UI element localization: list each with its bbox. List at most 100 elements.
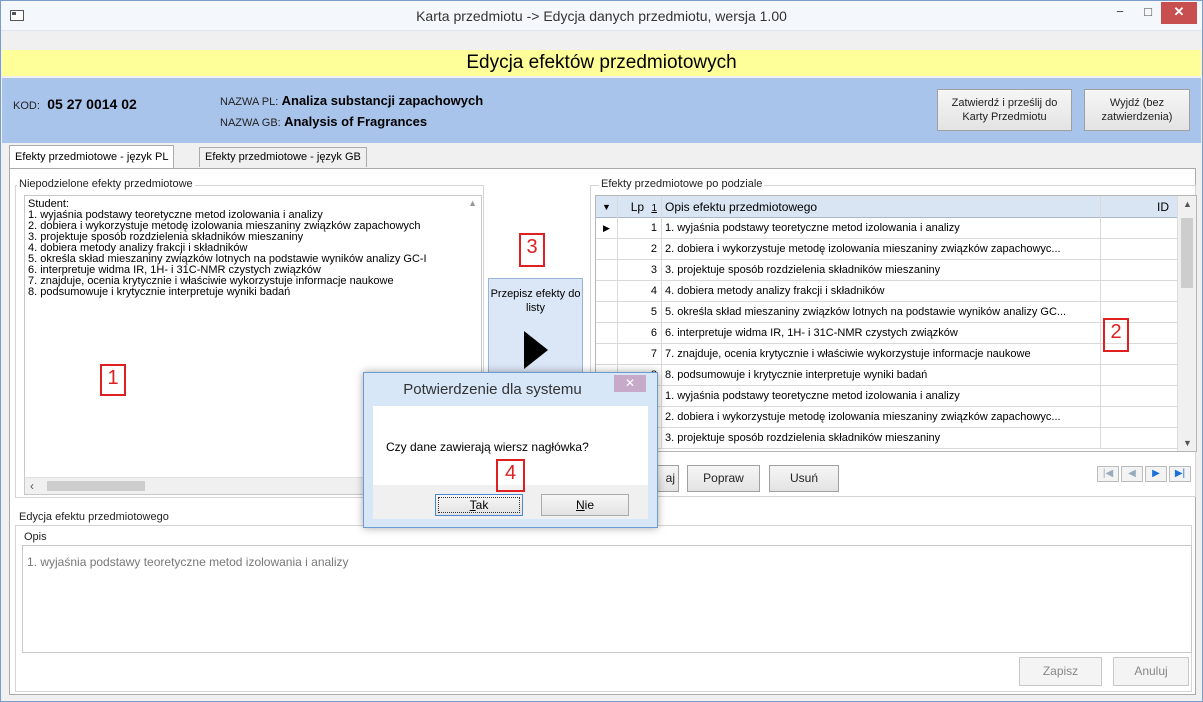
table-row[interactable]: 4 4. dobiera metody analizy frakcji i skł… [596, 281, 1177, 302]
row-header [596, 239, 618, 260]
left-group-title: Niepodzielone efekty przedmiotowe [17, 178, 195, 190]
maximize-button[interactable]: □ [1134, 2, 1162, 24]
first-record-icon[interactable]: |◀ [1097, 466, 1119, 482]
opis-label: Opis [22, 531, 49, 543]
no-button[interactable]: Nie [541, 494, 629, 516]
table-row[interactable]: 3 3. projektuje sposób rozdzielenia skład… [596, 260, 1177, 281]
grid-vertical-scrollbar[interactable]: ▲ ▼ [1177, 196, 1196, 451]
dialog-message: Czy dane zawierają wiersz nagłówka? [386, 440, 589, 454]
scroll-down-icon[interactable]: ▼ [1183, 438, 1192, 448]
annotation-2: 2 [1103, 318, 1129, 352]
cell-opis: 4. dobiera metody analizy frakcji i skła… [662, 281, 1101, 302]
cell-opis: 3. projektuje sposób rozdzielenia składn… [662, 428, 1101, 449]
cell-lp: 2 [618, 239, 662, 260]
next-record-icon[interactable]: ▶ [1145, 466, 1167, 482]
col-opis-header[interactable]: Opis efektu przedmiotowego [662, 196, 1101, 218]
tab-efekty-pl[interactable]: Efekty przedmiotowe - język PL [9, 145, 175, 169]
cell-lp: 1 [618, 218, 662, 239]
prev-record-icon[interactable]: ◀ [1121, 466, 1143, 482]
edit-group-title: Edycja efektu przedmiotowego [17, 511, 171, 523]
cell-id [1101, 260, 1177, 281]
cell-lp: 3 [618, 260, 662, 281]
table-row[interactable]: 7 7. znajduje, ocenia krytycznie i właści… [596, 344, 1177, 365]
exit-without-approve-button[interactable]: Wyjdź (bez zatwierdzenia) [1084, 89, 1190, 131]
yes-label: ak [475, 498, 489, 512]
app-window: Karta przedmiotu -> Edycja danych przedm… [0, 0, 1203, 702]
cell-opis: 1. wyjaśnia podstawy teoretyczne metod i… [662, 218, 1101, 239]
current-row-icon: ▶ [596, 218, 618, 239]
cell-id [1101, 365, 1177, 386]
last-record-icon[interactable]: ▶| [1169, 466, 1191, 482]
col-id-header[interactable]: ID [1101, 196, 1177, 218]
sort-indicator: 1 [651, 203, 657, 214]
text-line: 8. podsumowuje i krytycznie interpretuje… [28, 286, 291, 298]
approve-send-button[interactable]: Zatwierdź i prześlij do Karty Przedmiotu [937, 89, 1072, 131]
row-header [596, 260, 618, 281]
cell-opis: 2. dobiera i wykorzystuje metodę izolowa… [662, 407, 1101, 428]
nazwa-pl-value: Analiza substancji zapachowych [281, 93, 484, 108]
yes-button[interactable]: Tak [435, 494, 523, 516]
cell-lp: 4 [618, 281, 662, 302]
cell-id [1101, 386, 1177, 407]
cell-opis: 6. interpretuje widma IR, 1H- i 31C-NMR … [662, 323, 1101, 344]
dialog-close-icon[interactable]: ✕ [614, 375, 646, 392]
window-title: Karta przedmiotu -> Edycja danych przedm… [416, 8, 787, 24]
nazwa-pl-field: NAZWA PL: Analiza substancji zapachowych [220, 93, 483, 108]
scroll-left-icon[interactable]: ‹ [30, 479, 34, 493]
section-banner: Edycja efektów przedmiotowych [2, 50, 1201, 76]
table-row[interactable]: 102. dobiera i wykorzystuje metodę izolo… [596, 407, 1177, 428]
col-lp-header[interactable]: Lp 1 [618, 196, 662, 218]
table-row[interactable]: 6 6. interpretuje widma IR, 1H- i 31C-NMR… [596, 323, 1177, 344]
table-row[interactable]: 91. wyjaśnia podstawy teoretyczne metod … [596, 386, 1177, 407]
annotation-4: 4 [496, 459, 525, 492]
grid-header: ▼ Lp 1 Opis efektu przedmiotowego ID [596, 196, 1177, 218]
annotation-3: 3 [519, 233, 545, 267]
cancel-button[interactable]: Anuluj [1113, 657, 1189, 686]
effect-description-input[interactable]: 1. wyjaśnia podstawy teoretyczne metod i… [22, 545, 1192, 653]
undivided-effects-text: Student: 1. wyjaśnia podstawy teoretyczn… [25, 196, 481, 298]
close-button[interactable]: ✕ [1161, 2, 1197, 24]
record-navigator: |◀ ◀ ▶ ▶| [1097, 466, 1193, 482]
row-header [596, 344, 618, 365]
save-button[interactable]: Zapisz [1019, 657, 1102, 686]
kod-field: KOD: 05 27 0014 02 [13, 96, 137, 112]
scroll-up-icon[interactable]: ▲ [468, 198, 477, 208]
confirm-dialog: Potwierdzenie dla systemu ✕ Czy dane zaw… [363, 372, 658, 528]
col-lp-label: Lp [630, 200, 645, 214]
cell-id [1101, 218, 1177, 239]
cell-opis: 3. projektuje sposób rozdzielenia składn… [662, 260, 1101, 281]
cell-opis: 8. podsumowuje i krytycznie interpretuje… [662, 365, 1101, 386]
minimize-button[interactable]: − [1106, 2, 1134, 24]
filter-dropdown-icon[interactable]: ▼ [596, 196, 618, 218]
delete-button[interactable]: Usuń [769, 465, 839, 492]
table-row[interactable]: 88. podsumowuje i krytycznie interpretuj… [596, 365, 1177, 386]
cell-opis: 1. wyjaśnia podstawy teoretyczne metod i… [662, 386, 1101, 407]
cell-id [1101, 428, 1177, 449]
title-bar: Karta przedmiotu -> Edycja danych przedm… [1, 1, 1202, 31]
annotation-1: 1 [100, 364, 126, 396]
nazwa-gb-field: NAZWA GB: Analysis of Fragrances [220, 114, 427, 129]
row-header [596, 302, 618, 323]
table-row[interactable]: ▶ 1 1. wyjaśnia podstawy teoretyczne metod… [596, 218, 1177, 239]
row-header [596, 281, 618, 302]
no-hotkey: N [575, 498, 585, 512]
kod-value: 05 27 0014 02 [47, 96, 137, 112]
scroll-thumb[interactable] [47, 481, 145, 491]
cell-id [1101, 407, 1177, 428]
row-header [596, 323, 618, 344]
cell-id [1101, 239, 1177, 260]
nazwa-gb-value: Analysis of Fragrances [284, 114, 428, 129]
scroll-up-icon[interactable]: ▲ [1183, 199, 1192, 209]
scroll-thumb[interactable] [1181, 218, 1193, 288]
course-header: KOD: 05 27 0014 02 NAZWA PL: Analiza sub… [2, 78, 1201, 143]
table-row[interactable]: 2 2. dobiera i wykorzystuje metodę izolow… [596, 239, 1177, 260]
cell-opis: 5. określa skład mieszaniny związków lot… [662, 302, 1101, 323]
play-arrow-icon [524, 331, 548, 369]
nazwa-pl-label: NAZWA PL: [220, 96, 279, 108]
kod-label: KOD: [13, 100, 40, 112]
edit-button[interactable]: Popraw [687, 465, 760, 492]
cell-opis: 7. znajduje, ocenia krytycznie i właściw… [662, 344, 1101, 365]
table-row[interactable]: 113. projektuje sposób rozdzielenia skła… [596, 428, 1177, 449]
table-row[interactable]: 5 5. określa skład mieszaniny związków lo… [596, 302, 1177, 323]
tab-efekty-gb[interactable]: Efekty przedmiotowe - język GB [199, 147, 367, 167]
